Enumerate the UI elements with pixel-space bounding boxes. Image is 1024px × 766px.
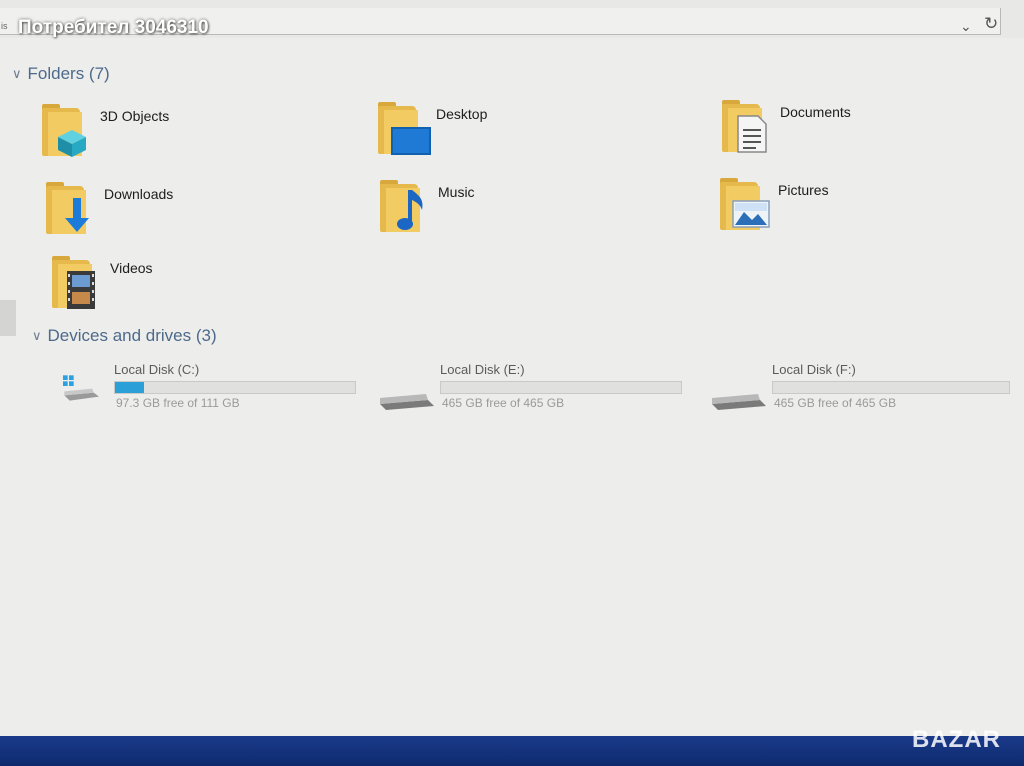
folder-label: Videos xyxy=(110,260,153,276)
desktop-folder-icon xyxy=(378,102,431,156)
collapse-chevron-icon[interactable]: ∨ xyxy=(12,66,22,82)
collapse-chevron-icon[interactable]: ∨ xyxy=(32,328,42,344)
refresh-icon[interactable]: ↻ xyxy=(984,14,998,34)
drive-usage-bar xyxy=(114,381,356,394)
drive-name: Local Disk (F:) xyxy=(772,362,856,377)
drive-usage-fill xyxy=(115,382,144,393)
pictures-folder-icon xyxy=(720,178,770,232)
folders-section-header[interactable]: ∨ Folders (7) xyxy=(12,64,110,84)
windows-drive-icon xyxy=(63,375,99,401)
folder-label: 3D Objects xyxy=(100,108,170,124)
folder-tile-videos[interactable]: Videos xyxy=(52,256,153,310)
drive-name: Local Disk (C:) xyxy=(114,362,200,377)
chevron-down-icon[interactable]: ⌄ xyxy=(960,18,972,35)
drive-usage-bar xyxy=(440,381,682,394)
drive-tile-c[interactable]: Local Disk (C:) 97.3 GB free of 111 GB xyxy=(52,362,362,418)
taskbar[interactable] xyxy=(0,736,1024,766)
watermark-username: Потребител 3046310 xyxy=(18,17,209,38)
documents-folder-icon xyxy=(722,100,772,154)
folder-label: Desktop xyxy=(436,106,488,122)
bazar-watermark-logo: BAZAR xyxy=(912,726,1001,753)
drive-usage-bar xyxy=(772,381,1010,394)
navigation-pane-edge[interactable] xyxy=(0,300,16,336)
drive-tile-e[interactable]: Local Disk (E:) 465 GB free of 465 GB xyxy=(378,362,688,418)
folder-tile-downloads[interactable]: Downloads xyxy=(46,182,173,236)
folder-tile-pictures[interactable]: Pictures xyxy=(720,178,829,232)
drives-section-title: Devices and drives (3) xyxy=(47,326,217,345)
3d-objects-folder-icon xyxy=(42,104,92,158)
hard-drive-icon xyxy=(380,394,434,410)
address-text: is xyxy=(1,21,8,31)
folder-tile-3d-objects[interactable]: 3D Objects xyxy=(42,104,169,158)
folder-tile-music[interactable]: Music xyxy=(380,180,475,234)
folders-section-title: Folders (7) xyxy=(27,64,110,83)
drive-free-space: 465 GB free of 465 GB xyxy=(442,396,565,410)
downloads-folder-icon xyxy=(46,182,96,236)
folder-label: Documents xyxy=(780,104,851,120)
folder-tile-desktop[interactable]: Desktop xyxy=(378,102,487,156)
folder-label: Downloads xyxy=(104,186,174,202)
folder-tile-documents[interactable]: Documents xyxy=(722,100,851,154)
folder-label: Pictures xyxy=(778,182,829,198)
drive-name: Local Disk (E:) xyxy=(440,362,525,377)
folder-label: Music xyxy=(438,184,475,200)
drive-free-space: 97.3 GB free of 111 GB xyxy=(116,396,240,410)
drive-tile-f[interactable]: Local Disk (F:) 465 GB free of 465 GB xyxy=(710,362,1020,418)
drive-free-space: 465 GB free of 465 GB xyxy=(774,396,897,410)
videos-folder-icon xyxy=(52,256,102,310)
hard-drive-icon xyxy=(712,394,766,410)
drives-section-header[interactable]: ∨ Devices and drives (3) xyxy=(32,326,217,346)
music-folder-icon xyxy=(380,180,430,234)
